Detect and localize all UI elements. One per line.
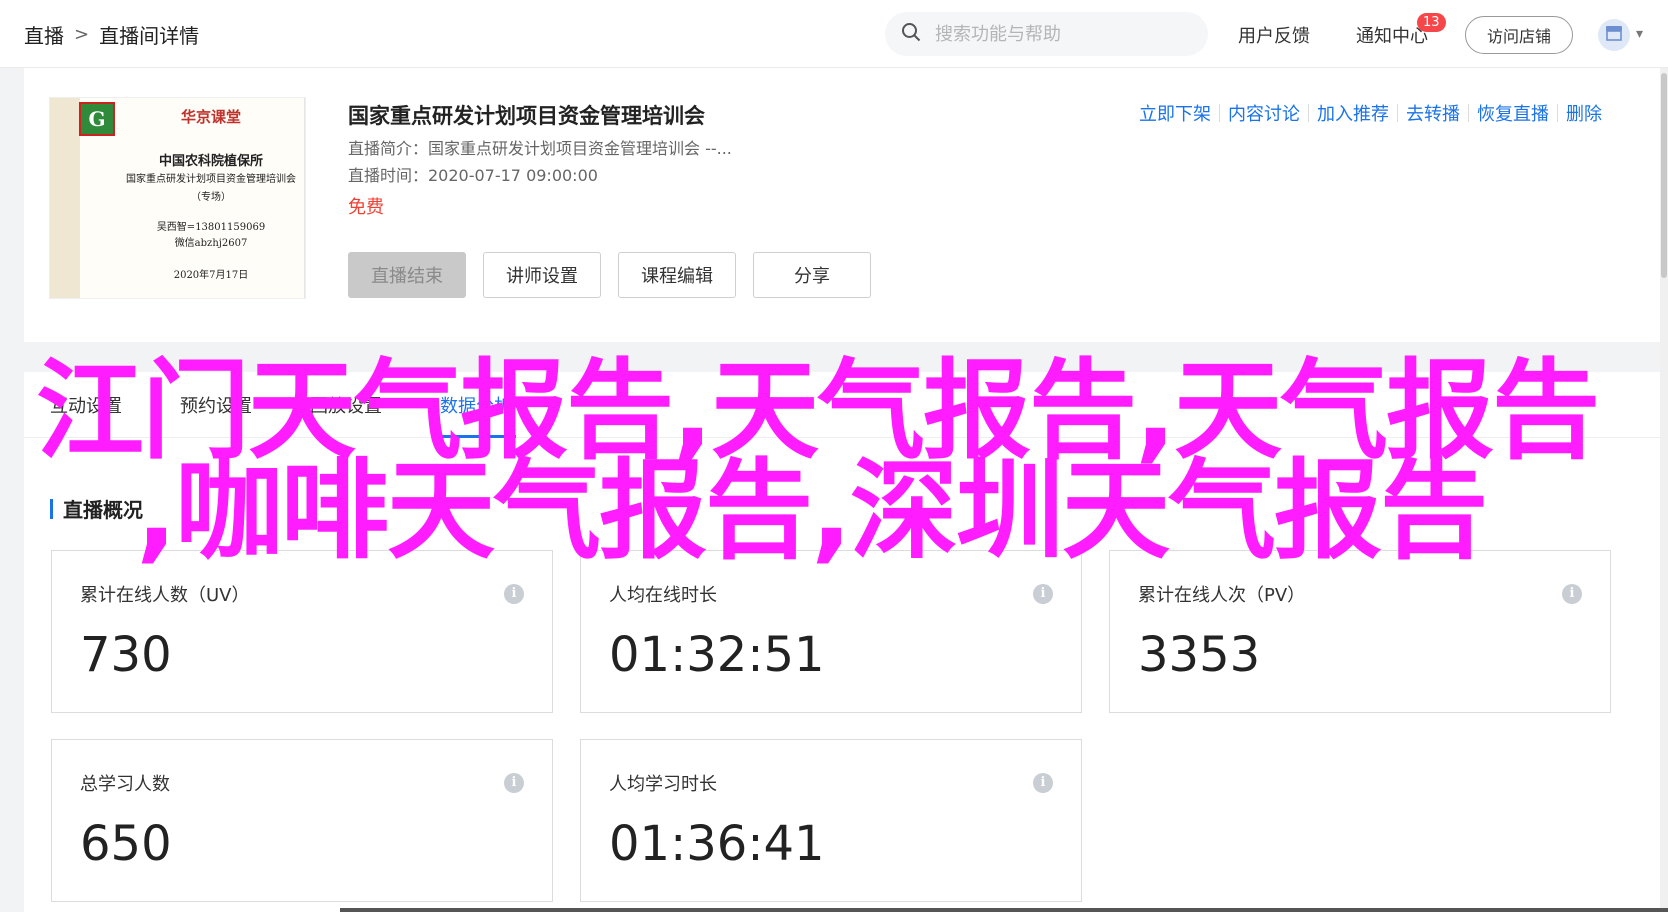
stat-card-uv: 累计在线人数（UV） i 730	[51, 550, 553, 713]
poster-contact-1: 吴西智=13801159069	[156, 222, 266, 233]
info-icon[interactable]: i	[1033, 773, 1053, 793]
course-edit-button[interactable]: 课程编辑	[618, 252, 736, 298]
course-actions: 立即下架 内容讨论 加入推荐 去转播 恢复直播 删除	[1131, 100, 1610, 126]
live-ended-button[interactable]: 直播结束	[348, 252, 466, 298]
bottom-edge	[340, 908, 1668, 912]
action-delist[interactable]: 立即下架	[1131, 100, 1219, 126]
tab-bar: 互动设置 预约设置 回放设置 数据分析	[24, 372, 1664, 438]
stat-card-pv: 累计在线人次（PV） i 3353	[1109, 550, 1611, 713]
tab-playback-settings[interactable]: 回放设置	[310, 392, 382, 418]
stat-value: 730	[80, 627, 172, 683]
stat-label: 人均在线时长	[609, 585, 717, 606]
poster-org: 中国农科院植保所	[158, 154, 263, 169]
search-input[interactable]	[935, 23, 1175, 45]
overview-title: 直播概况	[63, 498, 143, 522]
info-icon[interactable]: i	[1033, 584, 1053, 604]
store-avatar[interactable]	[1598, 19, 1630, 51]
search-icon	[901, 22, 921, 46]
course-title: 国家重点研发计划项目资金管理培训会	[348, 104, 705, 128]
stat-card-avg-online-time: 人均在线时长 i 01:32:51	[580, 550, 1082, 713]
action-delete[interactable]: 删除	[1558, 100, 1610, 126]
stat-card-avg-learning-time: 人均学习时长 i 01:36:41	[580, 739, 1082, 902]
course-time: 直播时间：2020-07-17 09:00:00	[348, 166, 598, 185]
action-resume-live[interactable]: 恢复直播	[1469, 100, 1557, 126]
feedback-link[interactable]: 用户反馈	[1238, 22, 1310, 48]
stat-label: 累计在线人数（UV）	[80, 585, 250, 606]
visit-store-button[interactable]: 访问店铺	[1465, 16, 1573, 54]
tab-data-analysis[interactable]: 数据分析	[440, 392, 512, 418]
notification-badge: 13	[1417, 13, 1446, 32]
section-accent-bar	[50, 498, 53, 519]
breadcrumb-root[interactable]: 直播	[24, 20, 64, 49]
stat-card-total-learners: 总学习人数 i 650	[51, 739, 553, 902]
breadcrumb-current: 直播间详情	[99, 24, 200, 48]
poster-logo-icon: G	[79, 102, 115, 136]
poster-brand: 华京课堂	[180, 108, 241, 126]
tab-reservation-settings[interactable]: 预约设置	[180, 392, 252, 418]
active-tab-indicator	[440, 435, 516, 438]
store-icon	[1605, 25, 1623, 45]
stat-value: 01:36:41	[609, 816, 825, 872]
action-recommend[interactable]: 加入推荐	[1309, 100, 1397, 126]
stat-value: 01:32:51	[609, 627, 825, 683]
tab-interaction-settings[interactable]: 互动设置	[50, 392, 122, 418]
stat-value: 650	[80, 816, 172, 872]
stat-value: 3353	[1138, 627, 1261, 683]
info-icon[interactable]: i	[504, 773, 524, 793]
course-intro: 直播简介：国家重点研发计划项目资金管理培训会 --...	[348, 139, 732, 158]
stat-label: 人均学习时长	[609, 774, 717, 795]
top-bar: 直播 > 直播间详情 用户反馈 通知中心 13 访问店铺 ▾	[0, 0, 1668, 68]
info-icon[interactable]: i	[504, 584, 524, 604]
share-button[interactable]: 分享	[753, 252, 871, 298]
action-rebroadcast[interactable]: 去转播	[1398, 100, 1468, 126]
course-price: 免费	[348, 197, 384, 218]
course-poster: G 华京课堂 中国农科院植保所 国家重点研发计划项目资金管理培训会 （专场） 吴…	[50, 98, 305, 298]
stat-label: 累计在线人次（PV）	[1138, 585, 1306, 606]
page-scrollbar[interactable]	[1660, 68, 1668, 912]
lecturer-settings-button[interactable]: 讲师设置	[483, 252, 601, 298]
info-icon[interactable]: i	[1562, 584, 1582, 604]
chevron-down-icon[interactable]: ▾	[1636, 26, 1643, 42]
stat-label: 总学习人数	[80, 774, 170, 795]
breadcrumb: 直播 > 直播间详情	[24, 20, 199, 49]
poster-date: 2020年7月17日	[173, 270, 249, 281]
overview-section-title: 直播概况	[50, 494, 143, 523]
poster-contact-2: 微信abzhj2607	[174, 238, 248, 249]
poster-subtitle: 国家重点研发计划项目资金管理培训会	[126, 174, 296, 185]
breadcrumb-separator: >	[74, 24, 90, 45]
scrollbar-thumb[interactable]	[1661, 73, 1667, 278]
search-box[interactable]	[885, 12, 1208, 56]
poster-note: （专场）	[191, 192, 231, 203]
action-discussion[interactable]: 内容讨论	[1220, 100, 1308, 126]
